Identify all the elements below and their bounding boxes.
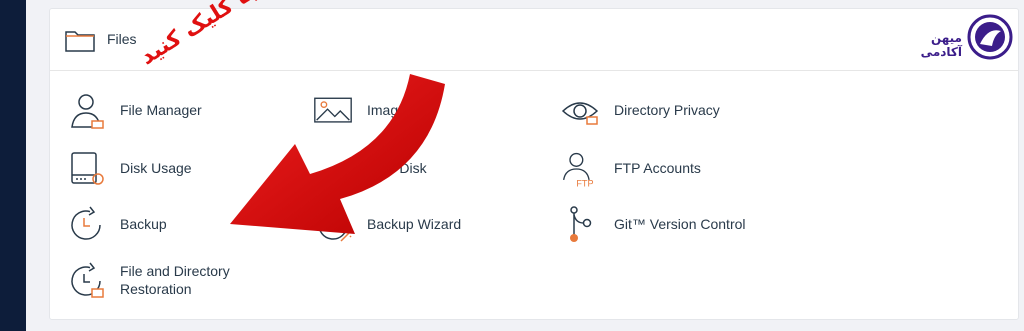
item-label: Git™ Version Control [614, 216, 746, 232]
files-panel: Files میهن آکادمی File Manager Images Di… [49, 0, 1019, 320]
academy-logo[interactable]: میهن آکادمی [890, 13, 1014, 63]
disk-usage-icon [71, 152, 104, 185]
item-label: FTP Accounts [614, 160, 701, 176]
backup-icon [71, 206, 101, 240]
item-label: Disk Usage [120, 160, 192, 176]
svg-text:FTP: FTP [576, 178, 593, 188]
git-version-control-link[interactable]: Git™ Version Control [560, 205, 790, 245]
directory-privacy-icon [561, 102, 599, 125]
ftp-accounts-icon: FTP [562, 152, 594, 188]
folder-icon [65, 31, 95, 52]
item-label-line2: Restoration [120, 281, 192, 297]
panel-title: Files [107, 31, 137, 47]
item-label-line1: File and Directory [120, 263, 230, 279]
file-manager-icon [71, 94, 104, 129]
restore-icon [71, 262, 104, 298]
git-icon [570, 206, 592, 242]
item-label: Backup [120, 216, 167, 232]
academy-logo-icon [967, 14, 1013, 60]
logo-text: میهن آکادمی [920, 31, 962, 59]
left-sidebar-strip [0, 0, 26, 331]
item-label: Directory Privacy [614, 102, 720, 118]
red-arrow-icon [230, 74, 445, 234]
directory-privacy-link[interactable]: Directory Privacy [560, 91, 760, 131]
file-directory-restoration-link[interactable]: File and Directory Restoration [66, 261, 266, 307]
ftp-accounts-link[interactable]: FTP FTP Accounts [560, 149, 760, 189]
